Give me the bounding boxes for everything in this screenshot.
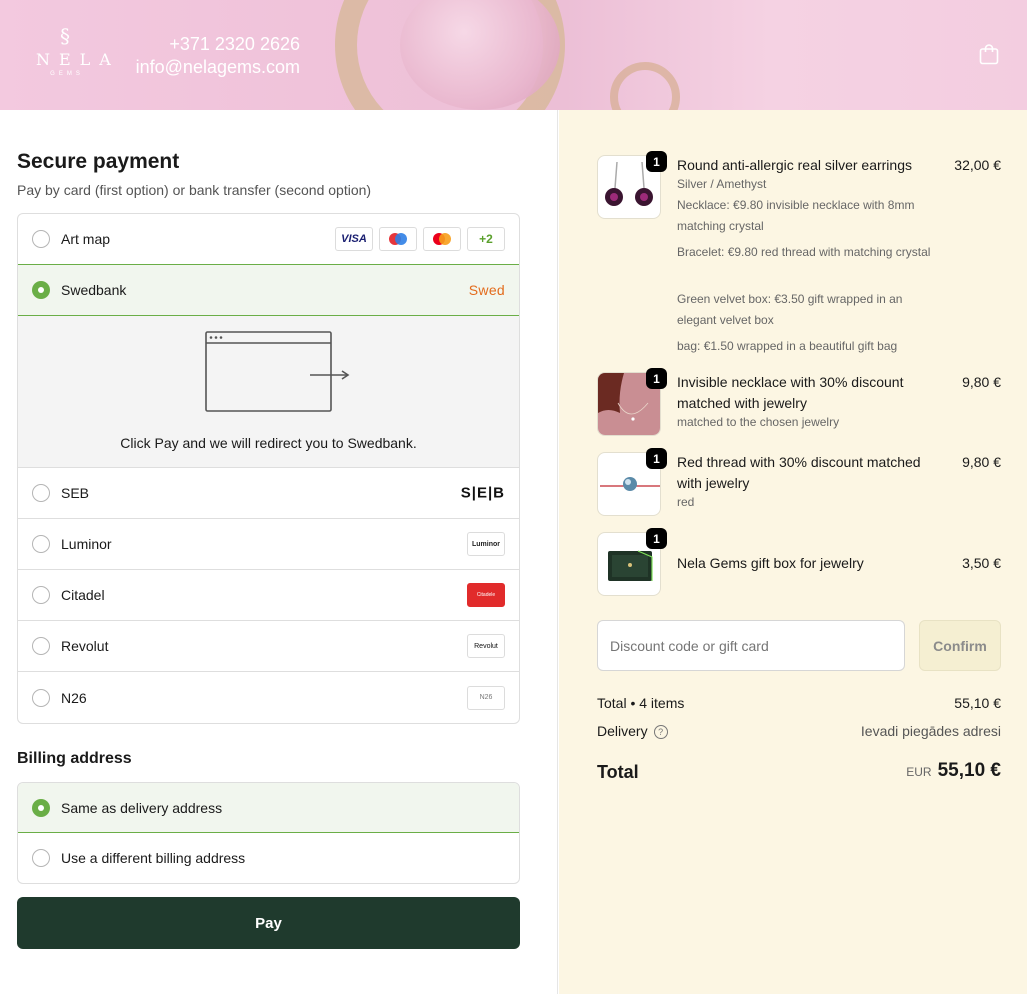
billing-option-different[interactable]: Use a different billing address <box>18 833 519 883</box>
store-logo[interactable]: § NELA GEMS <box>28 24 120 77</box>
payment-option-label: Swedbank <box>61 282 127 298</box>
radio-button[interactable] <box>32 586 50 604</box>
billing-option-same[interactable]: Same as delivery address <box>18 783 519 833</box>
total-currency: EUR <box>906 765 932 779</box>
visa-icon: VISA <box>335 227 373 251</box>
item-title: Red thread with 30% discount matched wit… <box>677 454 921 491</box>
payment-option-luminor[interactable]: Luminor Luminor <box>18 519 519 570</box>
order-summary: 1 Round anti-allergic real silver earrin… <box>559 110 1027 994</box>
swedbank-logo: Swed <box>468 282 505 298</box>
radio-button[interactable] <box>32 230 50 248</box>
order-item: 1 Invisible necklace with 30% discount m… <box>597 368 1001 436</box>
radio-button[interactable] <box>32 849 50 867</box>
contact-info: +371 2320 2626 info@nelagems.com <box>136 33 300 79</box>
browser-redirect-icon <box>205 331 350 412</box>
total-label: Total <box>597 762 639 782</box>
payment-option-label: Luminor <box>61 536 112 552</box>
billing-title: Billing address <box>17 750 132 767</box>
quantity-badge: 1 <box>646 151 667 172</box>
order-item: 1 Round anti-allergic real silver earrin… <box>597 151 1001 355</box>
seb-logo: S|E|B <box>460 484 505 502</box>
mastercard-icon <box>423 227 461 251</box>
redirect-text: Click Pay and we will redirect you to Sw… <box>120 435 417 451</box>
subtotal-value: 55,10 € <box>954 695 1001 711</box>
radio-button[interactable] <box>32 688 50 707</box>
citadele-logo: Citadele <box>467 583 505 607</box>
help-icon[interactable]: ? <box>653 725 668 739</box>
billing-option-label: Same as delivery address <box>61 799 223 816</box>
item-addon: bag: €1.50 wrapped in a beautiful gift b… <box>677 339 898 353</box>
payment-option-swedbank[interactable]: Swedbank Swed <box>18 264 519 316</box>
payment-option-label: Revolut <box>61 638 109 654</box>
maestro-icon <box>379 227 417 251</box>
order-item: 1 Red thread with 30% discount matched w… <box>597 448 1001 516</box>
billing-option-label: Use a different billing address <box>61 850 246 866</box>
cart-bag-icon[interactable] <box>979 43 999 65</box>
delivery-row: Delivery? Ievadi piegādes adresi <box>597 723 1001 739</box>
subtotal-row: Total • 4 items 55,10 € <box>597 695 1001 711</box>
item-variant: Silver / Amethyst <box>677 177 767 191</box>
banner-ring-image-2 <box>610 62 680 110</box>
payment-title: Secure payment <box>17 150 180 173</box>
total-value: 55,10 € <box>937 760 1001 781</box>
item-variant: red <box>677 495 695 509</box>
logo-mark: § <box>60 24 70 48</box>
payment-option-citadel[interactable]: Citadel Citadele <box>18 570 519 621</box>
total-value-wrap: EUR 55,10 € <box>906 760 1001 782</box>
pay-button[interactable]: Pay <box>17 897 520 949</box>
logo-sub: GEMS <box>50 71 84 77</box>
quantity-badge: 1 <box>646 448 667 469</box>
luminor-logo: Luminor <box>467 532 505 556</box>
quantity-badge: 1 <box>646 528 667 549</box>
payment-option-seb[interactable]: SEB S|E|B <box>18 468 519 519</box>
checkout-main: Secure payment Pay by card (first option… <box>0 110 558 994</box>
payment-option-revolut[interactable]: Revolut Revolut <box>18 621 519 672</box>
payment-option-n26[interactable]: N26 N26 <box>18 672 519 723</box>
payment-option-label: SEB <box>61 485 90 501</box>
discount-code-input[interactable] <box>597 620 905 671</box>
more-cards-badge: +2 <box>467 227 505 251</box>
item-price: 3,50 € <box>962 555 1001 571</box>
item-title: Round anti-allergic real silver earrings <box>677 157 912 173</box>
redirect-panel: Click Pay and we will redirect you to Sw… <box>18 316 519 468</box>
revolut-logo: Revolut <box>467 634 505 658</box>
payment-option-art-map[interactable]: Art map VISA +2 <box>18 214 519 265</box>
radio-button[interactable] <box>32 535 50 553</box>
subtotal-label: Total • 4 items <box>597 695 685 711</box>
phone-link[interactable]: +371 2320 2626 <box>136 33 300 56</box>
payment-methods: Art map VISA +2 Swedbank Swed Click Pay … <box>17 213 520 724</box>
radio-button-selected[interactable] <box>32 798 50 817</box>
radio-button[interactable] <box>32 484 50 502</box>
n26-logo: N26 <box>467 685 505 710</box>
delivery-label: Delivery <box>597 723 648 739</box>
item-addon: Green velvet box: €3.50 gift wrapped in … <box>677 292 903 327</box>
payment-option-label: N26 <box>61 689 87 706</box>
billing-options: Same as delivery address Use a different… <box>17 782 520 884</box>
email-link[interactable]: info@nelagems.com <box>136 56 300 79</box>
item-price: 32,00 € <box>954 157 1001 173</box>
item-addon: Bracelet: €9.80 red thread with matching… <box>677 245 931 259</box>
payment-option-label: Art map <box>61 231 111 247</box>
radio-button[interactable] <box>32 637 50 655</box>
item-addon: Necklace: €9.80 invisible necklace with … <box>677 198 915 233</box>
item-title: Nela Gems gift box for jewelry <box>677 555 864 571</box>
item-title: Invisible necklace with 30% discount mat… <box>677 374 904 411</box>
delivery-value: Ievadi piegādes adresi <box>860 723 1001 739</box>
logo-name: NELA <box>36 50 120 69</box>
payment-option-label: Citadel <box>61 587 105 603</box>
order-item: 1 Nela Gems gift box for jewelry 3,50 € <box>597 528 1001 596</box>
item-variant: matched to the chosen jewelry <box>677 415 840 429</box>
confirm-discount-button[interactable]: Confirm <box>919 620 1001 671</box>
item-price: 9,80 € <box>962 454 1001 470</box>
payment-subtitle: Pay by card (first option) or bank trans… <box>17 182 372 198</box>
header-banner: § NELA GEMS +371 2320 2626 info@nelagems… <box>0 0 1027 110</box>
quantity-badge: 1 <box>646 368 667 389</box>
item-price: 9,80 € <box>962 374 1001 390</box>
radio-button-selected[interactable] <box>32 281 50 299</box>
